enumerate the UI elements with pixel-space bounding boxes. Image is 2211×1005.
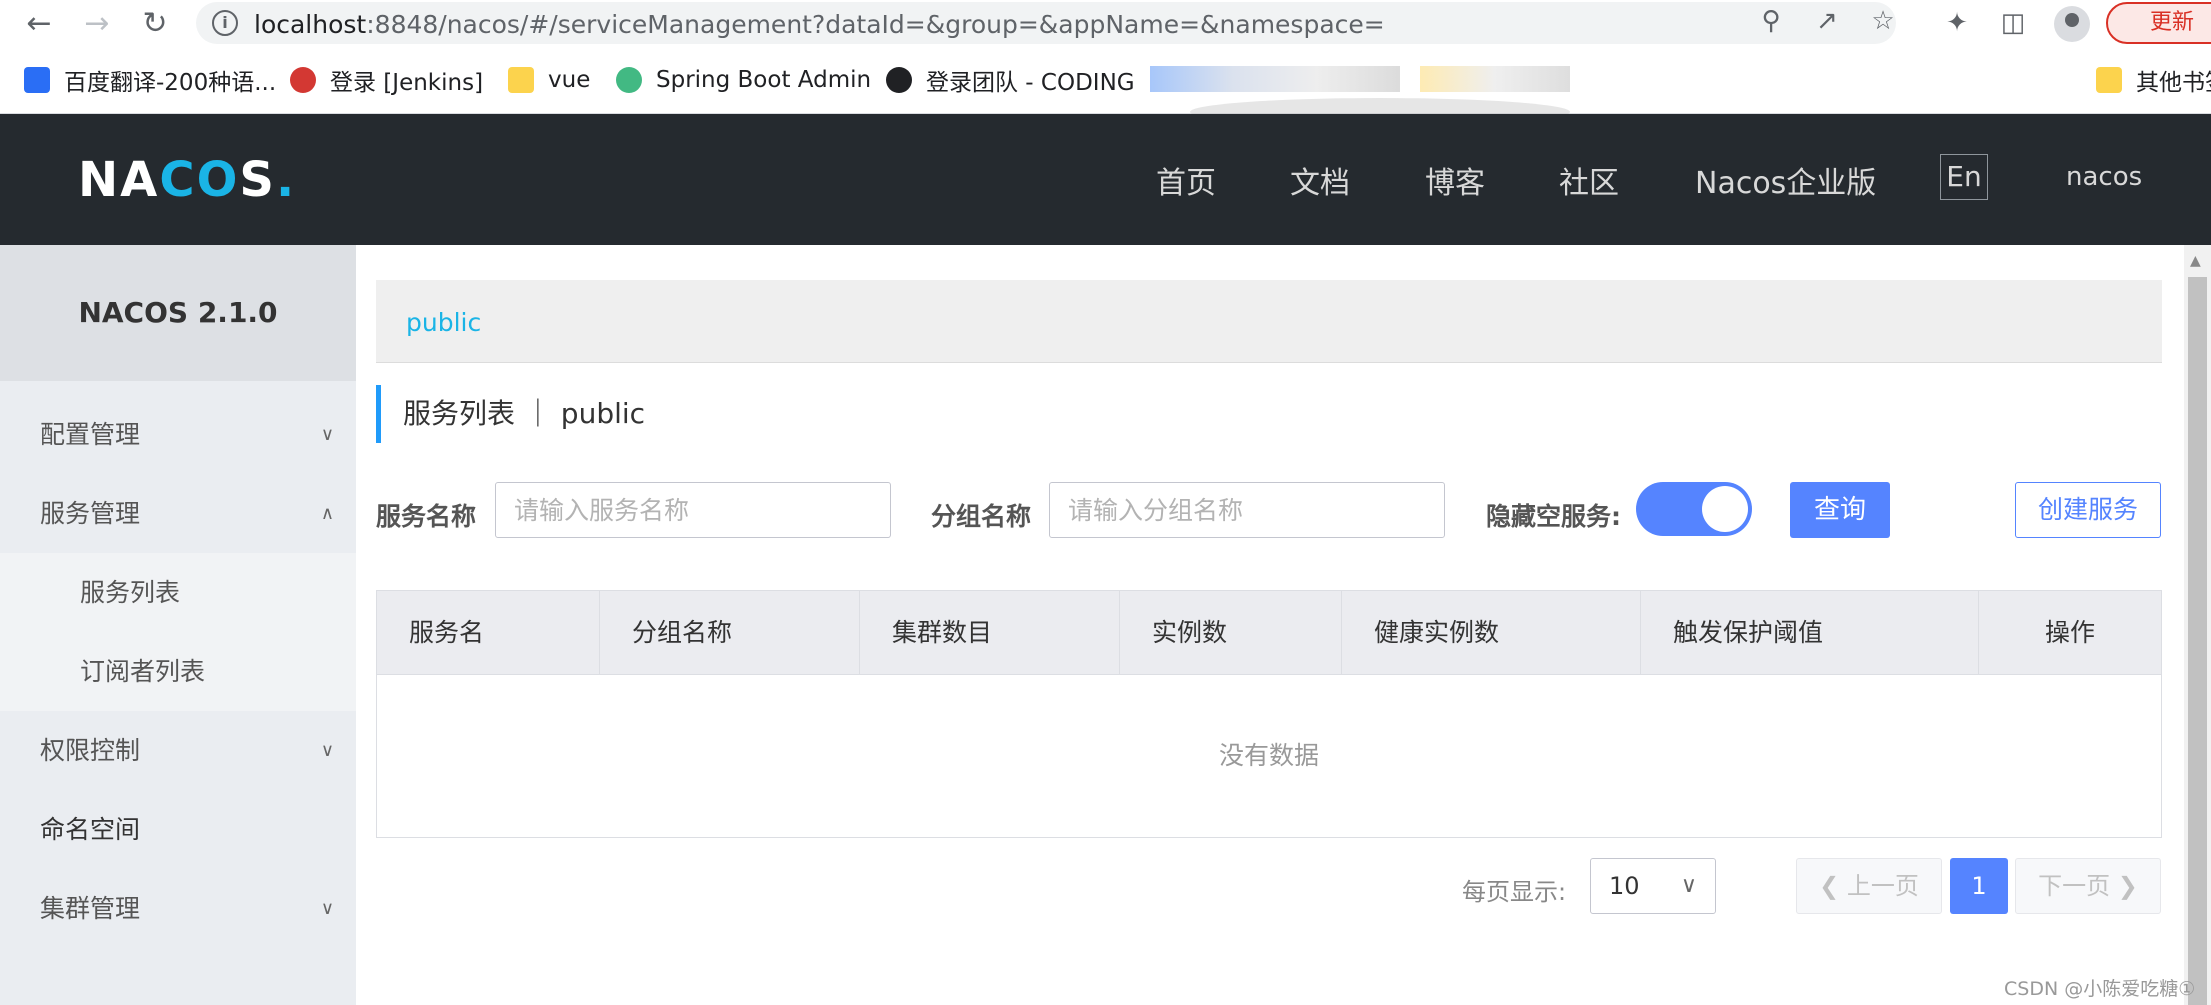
table-header: 服务名 分组名称 集群数目 实例数 健康实例数 触发保护阈值 操作 [377,591,2161,675]
sidebar-item-service[interactable]: 服务管理 ∧ [0,474,356,553]
side-panel-icon[interactable]: ◫ [1996,6,2030,40]
nacos-logo[interactable]: NACOS. [78,152,296,208]
browser-toolbar: ← → ↻ i localhost:8848/nacos/#/serviceMa… [0,0,2211,46]
nav-docs[interactable]: 文档 [1290,158,1350,202]
spring-boot-admin-icon [616,67,642,93]
extensions-icon[interactable]: ✦ [1940,6,1974,40]
hide-empty-toggle[interactable] [1636,482,1752,536]
chevron-left-icon: ❮ [1819,872,1840,900]
sidebar-item-subscribers[interactable]: 订阅者列表 [0,632,356,711]
user-menu[interactable]: nacos [2066,162,2142,192]
chevron-down-icon: ∨ [320,898,334,919]
sidebar-item-config[interactable]: 配置管理 ∨ [0,395,356,474]
page-size-label: 每页显示: [1462,878,1567,906]
chevron-right-icon: ❯ [2117,872,2138,900]
hide-empty-label: 隐藏空服务: [1486,502,1621,531]
update-button[interactable]: 更新 [2106,2,2211,44]
next-page-button[interactable]: 下一页 ❯ [2015,858,2161,914]
page-title: 服务列表 ｜ public [376,385,645,443]
column-header: 健康实例数 [1342,591,1641,675]
bookmark-item[interactable]: 登录团队 - CODING [886,64,1135,96]
nav-home[interactable]: 首页 [1156,158,1216,202]
page-scrollbar[interactable]: ▲ [2184,245,2211,1005]
profile-avatar[interactable] [2054,6,2090,42]
nav-blog[interactable]: 博客 [1425,158,1485,202]
watermark: CSDN @小陈爱吃糖① [2004,978,2196,1000]
create-service-button[interactable]: 创建服务 [2015,482,2161,538]
bookmark-star-icon[interactable]: ☆ [1868,6,1898,36]
page-number-current[interactable]: 1 [1950,858,2008,914]
column-header: 服务名 [377,591,600,675]
app-header: NACOS. 首页 文档 博客 社区 Nacos企业版 En nacos [0,114,2211,245]
empty-state: 没有数据 [1218,741,1319,770]
site-info-icon[interactable]: i [212,10,238,36]
sidebar-item-namespace[interactable]: 命名空间 [0,790,356,869]
group-name-input[interactable] [1049,482,1445,538]
chevron-down-icon: ∨ [1680,873,1697,898]
coding-icon [886,67,912,93]
reload-icon[interactable]: ↻ [136,4,174,42]
folder-icon [2096,67,2122,93]
bookmark-item[interactable]: 登录 [Jenkins] [290,64,483,96]
column-header: 触发保护阈值 [1641,591,1979,675]
address-url[interactable]: localhost:8848/nacos/#/serviceManagement… [254,10,1385,39]
share-icon[interactable]: ↗ [1812,6,1842,36]
column-header: 操作 [2044,618,2095,647]
bookmark-item[interactable]: 百度翻译-200种语... [24,64,276,96]
language-switch[interactable]: En [1940,154,1988,200]
query-button[interactable]: 查询 [1790,482,1890,538]
forward-arrow-icon[interactable]: → [78,4,116,42]
service-table: 服务名 分组名称 集群数目 实例数 健康实例数 触发保护阈值 操作 没有数据 [376,590,2162,838]
folder-icon [508,67,534,93]
nav-enterprise[interactable]: Nacos企业版 [1695,158,1876,202]
blurred-bookmark [1150,66,1400,92]
group-name-label: 分组名称 [931,502,1032,531]
sidebar-item-auth[interactable]: 权限控制 ∨ [0,711,356,790]
bookmark-item[interactable]: vue [508,64,590,96]
zoom-icon[interactable]: ⚲ [1756,6,1786,36]
namespace-link-public[interactable]: public [406,308,481,337]
sidebar: NACOS 2.1.0 配置管理 ∨ 服务管理 ∧ 服务列表 订阅者列表 权限控制 ∨… [0,245,356,1005]
chevron-down-icon: ∨ [320,740,334,761]
translate-icon [24,67,50,93]
sidebar-title: NACOS 2.1.0 [0,245,356,381]
column-header: 集群数目 [860,591,1120,675]
service-name-label: 服务名称 [376,502,477,531]
nav-community[interactable]: 社区 [1559,158,1619,202]
toggle-knob [1702,486,1748,532]
bookmark-item[interactable]: 其他书签 [2096,64,2211,96]
page-size-select[interactable]: 10 ∨ [1590,858,1716,914]
scroll-up-icon[interactable]: ▲ [2190,253,2201,269]
service-name-input[interactable] [495,482,891,538]
bookmark-item[interactable]: Spring Boot Admin [616,64,871,96]
jenkins-icon [290,67,316,93]
back-arrow-icon[interactable]: ← [20,4,58,42]
scroll-thumb[interactable] [2188,277,2207,1005]
column-header: 实例数 [1120,591,1342,675]
address-bar[interactable]: i localhost:8848/nacos/#/serviceManageme… [196,2,1896,44]
chevron-up-icon: ∧ [320,503,334,524]
blurred-bookmark [1420,66,1570,92]
column-header: 分组名称 [600,591,860,675]
sidebar-item-service-list[interactable]: 服务列表 [0,553,356,632]
sidebar-item-cluster[interactable]: 集群管理 ∨ [0,869,356,948]
chevron-down-icon: ∨ [320,424,334,445]
bookmarks-bar: 百度翻译-200种语... 登录 [Jenkins] vue Spring Bo… [0,46,2211,114]
prev-page-button[interactable]: ❮ 上一页 [1796,858,1942,914]
namespace-bar: public [376,280,2162,363]
